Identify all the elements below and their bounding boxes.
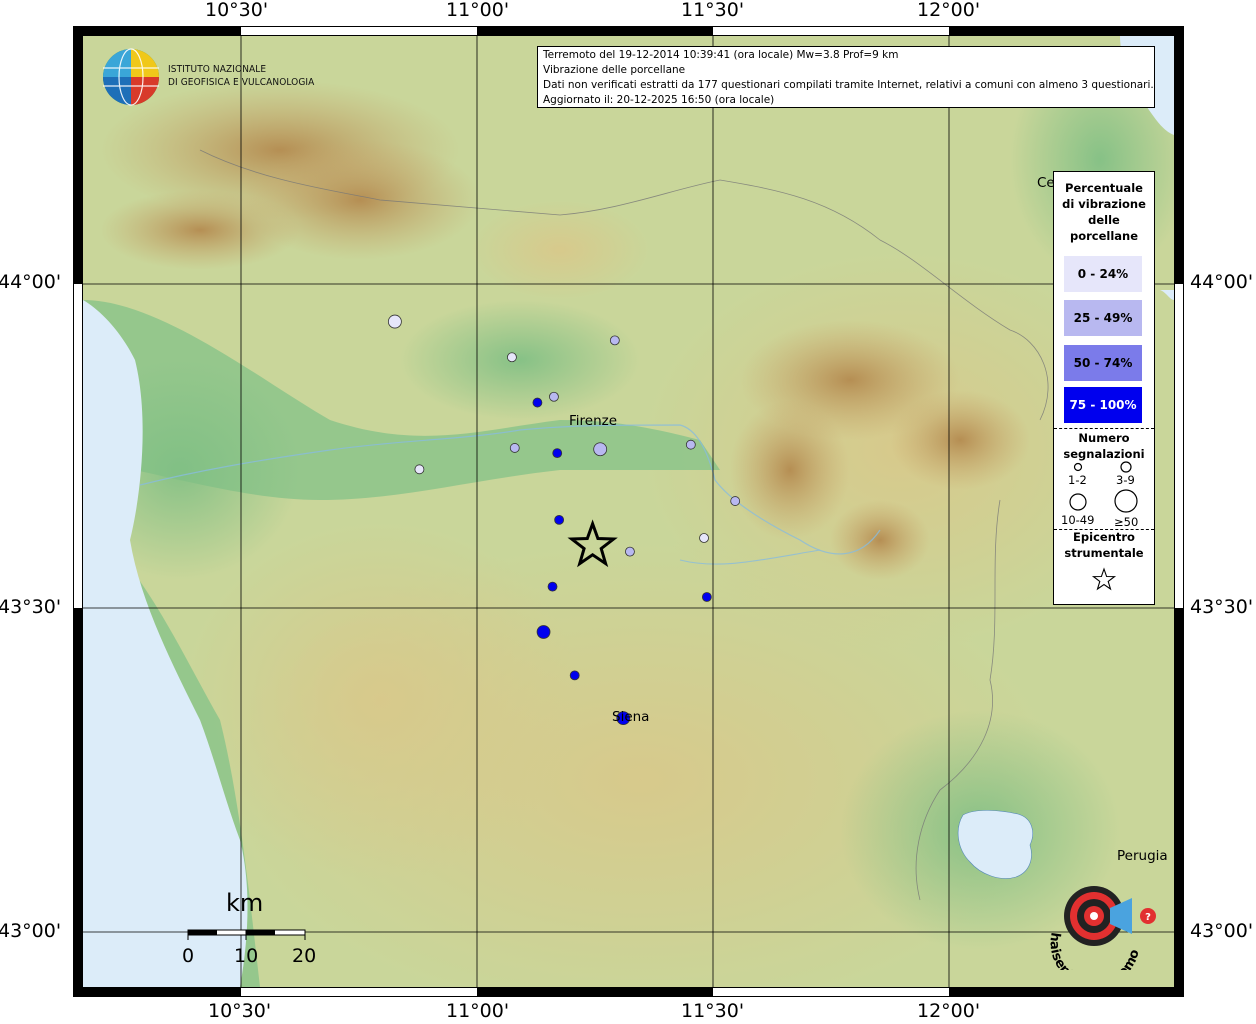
legend-title: Percentuale di vibrazione delle porcella…: [1054, 180, 1154, 244]
legend-class-75-100: 75 - 100%: [1064, 387, 1142, 423]
legend-class-0-24: 0 - 24%: [1064, 256, 1142, 292]
info-subject: Vibrazione delle porcellane: [543, 64, 686, 76]
top-tick-1030: 10°30': [205, 0, 269, 21]
legend-title-line2: di vibrazione: [1062, 197, 1146, 211]
legend-epicenter-title: Epicentro strumentale: [1054, 529, 1154, 561]
right-tick-4330: 43°30': [1190, 596, 1254, 618]
intensity-point-11: [554, 514, 565, 525]
left-tick-4300: 43°00': [0, 920, 62, 942]
scale-label-10: 10: [234, 945, 259, 967]
legend-class-25-49: 25 - 49%: [1064, 300, 1142, 336]
bottom-tick-1100: 11°00': [446, 1000, 510, 1022]
intensity-point-2: [609, 335, 620, 346]
legend-title-line3: delle: [1088, 213, 1120, 227]
legend-size-50: ≥50: [1114, 515, 1139, 529]
legend-epicenter-line2: strumentale: [1064, 546, 1144, 560]
legend-title-line4: porcellane: [1069, 229, 1139, 243]
left-tick-4330: 43°30': [0, 596, 62, 618]
legend: Percentuale di vibrazione delle porcella…: [1053, 171, 1155, 605]
bottom-tick-1030: 10°30': [208, 1000, 272, 1022]
intensity-point-4: [549, 391, 559, 402]
intensity-point-8: [685, 439, 696, 450]
scale-label-20: 20: [292, 945, 317, 967]
intensity-point-13: [625, 546, 635, 557]
intensity-point-1: [507, 352, 517, 363]
intensity-point-15: [701, 592, 712, 602]
intensity-point-5: [509, 443, 520, 453]
legend-separator-1: [1054, 428, 1154, 429]
ingv-line2: DI GEOFISICA E VULCANOLOGIA: [168, 77, 315, 88]
legend-size-10-49: 10-49: [1061, 513, 1095, 527]
right-tick-4400: 44°00': [1190, 271, 1254, 293]
ingv-globe-icon: [103, 48, 159, 106]
intensity-point-16: [536, 625, 551, 639]
legend-star-icon: [1091, 567, 1117, 591]
intensity-point-17: [569, 670, 580, 681]
top-tick-1100: 11°00': [446, 0, 510, 21]
intensity-point-7: [593, 442, 608, 457]
intensity-point-10: [730, 496, 741, 506]
bottom-tick-1130: 11°30': [681, 1000, 745, 1022]
ingv-line1: ISTITUTO NAZIONALE: [168, 64, 267, 75]
legend-count-title-line1: Numero: [1078, 431, 1130, 445]
intensity-point-14: [547, 581, 558, 592]
legend-title-line1: Percentuale: [1065, 181, 1143, 195]
right-tick-4300: 43°00': [1190, 920, 1254, 942]
haisentito-text: haisentitoilterremoto.it: [1034, 859, 1158, 991]
svg-text:haisentitoilterremoto.it: haisentitoilterremoto.it: [1038, 870, 1143, 970]
scale-label-0: 0: [182, 945, 195, 967]
info-earthquake: Terremoto del 19-12-2014 10:39:41 (ora l…: [543, 49, 899, 61]
intensity-point-12: [699, 533, 709, 543]
bottom-tick-1200: 12°00': [917, 1000, 981, 1022]
legend-size-1-2: 1-2: [1068, 473, 1087, 487]
info-updated: Aggiornato il: 20-12-2025 16:50 (ora loc…: [543, 94, 775, 106]
legend-class-50-74: 50 - 74%: [1064, 345, 1142, 381]
left-tick-4400: 44°00': [0, 271, 62, 293]
legend-epicenter-line1: Epicentro: [1073, 530, 1135, 544]
intensity-point-0: [387, 314, 402, 329]
ingv-logo: ISTITUTO NAZIONALE DI GEOFISICA E VULCAN…: [100, 46, 320, 108]
haisentito-arc-text: haisentitoilterremoto.it: [1034, 859, 1143, 991]
top-tick-1200: 12°00': [917, 0, 981, 21]
city-siena: Siena: [612, 709, 650, 725]
intensity-point-6: [552, 448, 563, 459]
city-firenze: Firenze: [569, 413, 618, 429]
legend-size-3-9: 3-9: [1116, 473, 1135, 487]
scale-unit: km: [226, 889, 264, 917]
city-perugia: Perugia: [1117, 848, 1168, 864]
info-data-note: Dati non verificati estratti da 177 ques…: [543, 79, 1154, 91]
top-tick-1130: 11°30': [681, 0, 745, 21]
intensity-point-3: [532, 397, 543, 408]
terrain: [83, 36, 1174, 987]
info-box: Terremoto del 19-12-2014 10:39:41 (ora l…: [537, 46, 1155, 108]
intensity-point-9: [414, 464, 425, 475]
